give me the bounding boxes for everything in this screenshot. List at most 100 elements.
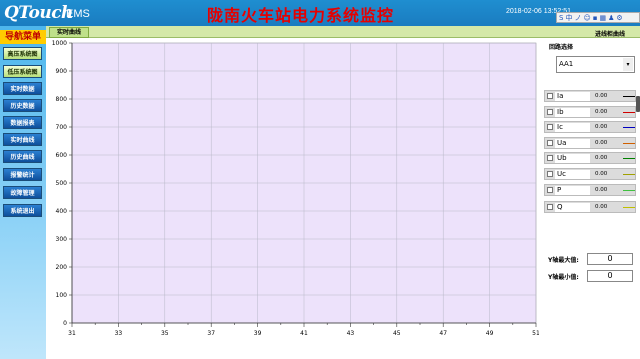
series-color-swatch xyxy=(623,96,635,97)
series-value: 0.00 xyxy=(595,155,608,161)
series-checkbox[interactable] xyxy=(547,109,553,115)
x-tick-label: 51 xyxy=(532,330,539,337)
x-tick-label: 45 xyxy=(393,330,401,337)
scrollbar-thumb[interactable] xyxy=(636,96,640,112)
nav-item-0[interactable]: 高压系统图 xyxy=(3,47,42,60)
x-tick-label: 49 xyxy=(486,330,494,337)
series-color-swatch xyxy=(623,143,635,144)
nav-item-3[interactable]: 历史数据 xyxy=(3,99,42,112)
series-value: 0.00 xyxy=(595,124,608,130)
page-title: 陇南火车站电力系统监控 xyxy=(207,6,395,25)
series-color-swatch xyxy=(623,207,635,208)
series-value: 0.00 xyxy=(595,187,608,193)
series-row: P 0.00 xyxy=(544,184,636,196)
x-tick-label: 37 xyxy=(207,330,215,337)
circuit-select-label: 回路选择 xyxy=(549,44,574,51)
nav-title: 导航菜单 xyxy=(0,30,46,44)
x-tick-label: 41 xyxy=(300,330,308,337)
y-tick-label: 0 xyxy=(63,320,67,327)
series-checkbox[interactable] xyxy=(547,171,553,177)
header-bar: QTouch EMS 陇南火车站电力系统监控 2018-02-06 13:52:… xyxy=(0,0,640,26)
nav-item-8[interactable]: 故障管理 xyxy=(3,186,42,199)
chevron-down-icon[interactable]: ▾ xyxy=(623,58,633,71)
ymax-input[interactable]: 0 xyxy=(587,253,633,265)
ime-icon[interactable]: ☺ xyxy=(583,14,590,22)
nav-item-5[interactable]: 实时曲线 xyxy=(3,133,42,146)
x-tick-label: 33 xyxy=(115,330,123,337)
series-color-swatch xyxy=(623,190,635,191)
series-name: Ia xyxy=(555,92,590,101)
app-logo-sub: EMS xyxy=(66,8,90,20)
y-tick-label: 1000 xyxy=(52,40,67,47)
series-color-swatch xyxy=(623,112,635,113)
ymin-input[interactable]: 0 xyxy=(587,270,633,282)
right-panel xyxy=(540,38,640,359)
series-value: 0.00 xyxy=(595,204,608,210)
series-name: Q xyxy=(555,203,590,212)
ime-icon[interactable]: S xyxy=(559,14,563,22)
y-tick-label: 600 xyxy=(56,152,68,159)
series-row: Q 0.00 xyxy=(544,201,636,213)
nav-item-7[interactable]: 报警统计 xyxy=(3,168,42,181)
nav-item-4[interactable]: 数据报表 xyxy=(3,116,42,129)
series-value: 0.00 xyxy=(595,109,608,115)
series-name: Ib xyxy=(555,108,590,117)
series-checkbox[interactable] xyxy=(547,204,553,210)
x-tick-label: 43 xyxy=(347,330,355,337)
series-value: 0.00 xyxy=(595,93,608,99)
nav-item-1[interactable]: 低压系统图 xyxy=(3,65,42,78)
y-tick-label: 500 xyxy=(56,180,68,187)
y-tick-label: 300 xyxy=(56,236,68,243)
series-checkbox[interactable] xyxy=(547,155,553,161)
app-logo: QTouch xyxy=(4,3,73,23)
ime-toolbar[interactable]: S 中ノ ☺ ▪ ▦ ♟ ⚙ xyxy=(556,12,640,23)
circuit-select[interactable]: AA1 ▾ xyxy=(556,56,635,73)
ime-icon[interactable]: ♟ xyxy=(608,14,614,22)
series-checkbox[interactable] xyxy=(547,140,553,146)
series-row: Ia 0.00 xyxy=(544,90,636,102)
x-tick-label: 35 xyxy=(161,330,169,337)
x-tick-label: 47 xyxy=(439,330,447,337)
y-tick-label: 400 xyxy=(56,208,68,215)
y-tick-label: 800 xyxy=(56,96,68,103)
series-name: Uc xyxy=(555,170,590,179)
y-tick-label: 100 xyxy=(56,292,68,299)
x-tick-label: 39 xyxy=(254,330,262,337)
series-color-swatch xyxy=(623,127,635,128)
ime-icon[interactable]: 中 xyxy=(565,13,572,23)
series-color-swatch xyxy=(623,158,635,159)
series-name: Ub xyxy=(555,154,590,163)
breadcrumb: 进线柜曲线 xyxy=(595,31,626,38)
x-tick-label: 31 xyxy=(68,330,76,337)
series-row: Uc 0.00 xyxy=(544,168,636,180)
ime-icon[interactable]: ▦ xyxy=(600,14,607,22)
series-row: Ib 0.00 xyxy=(544,106,636,118)
series-value: 0.00 xyxy=(595,140,608,146)
circuit-select-value: AA1 xyxy=(559,60,574,68)
nav-item-2[interactable]: 实时数据 xyxy=(3,82,42,95)
realtime-curve-chart: 0 100 200 300 400 500 600 700 800 900 1000 31 33 35 37… xyxy=(52,40,539,337)
series-color-swatch xyxy=(623,174,635,175)
series-checkbox[interactable] xyxy=(547,124,553,130)
ime-icon[interactable]: ノ xyxy=(574,13,581,23)
series-name: P xyxy=(555,186,590,195)
series-name: Ic xyxy=(555,123,590,132)
series-row: Ua 0.00 xyxy=(544,137,636,149)
tab-bar xyxy=(46,26,640,38)
ymin-label: Y轴最小值: xyxy=(548,274,579,281)
y-tick-label: 700 xyxy=(56,124,68,131)
y-tick-label: 200 xyxy=(56,264,68,271)
series-value: 0.00 xyxy=(595,171,608,177)
y-tick-label: 900 xyxy=(56,68,68,75)
nav-item-9[interactable]: 系统退出 xyxy=(3,204,42,217)
series-row: Ic 0.00 xyxy=(544,121,636,133)
series-name: Ua xyxy=(555,139,590,148)
nav-item-6[interactable]: 历史曲线 xyxy=(3,150,42,163)
ime-icon[interactable]: ▪ xyxy=(593,14,598,22)
ymax-label: Y轴最大值: xyxy=(548,257,579,264)
ime-icon[interactable]: ⚙ xyxy=(616,14,622,22)
tab-realtime-curve[interactable]: 实时曲线 xyxy=(49,27,89,38)
series-checkbox[interactable] xyxy=(547,93,553,99)
series-checkbox[interactable] xyxy=(547,187,553,193)
series-row: Ub 0.00 xyxy=(544,152,636,164)
